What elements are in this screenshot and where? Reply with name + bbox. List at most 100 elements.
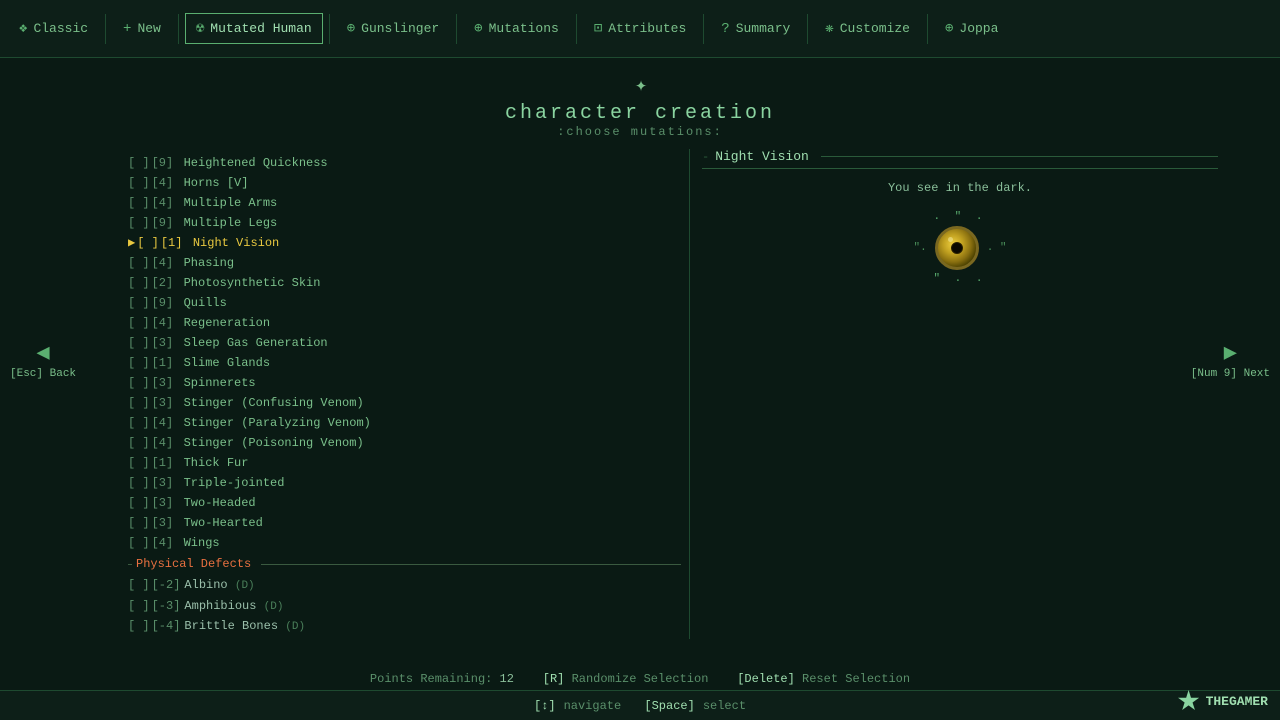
- nav-joppa-label: Joppa: [959, 21, 998, 36]
- mutation-row-stinger-poisoning[interactable]: [ ] [4] Stinger (Poisoning Venom): [120, 433, 689, 453]
- nav-attributes-label: Attributes: [608, 21, 686, 36]
- nav-bar: ❖ Classic + New ☢ Mutated Human ⊕ Gunsli…: [0, 0, 1280, 58]
- page-subtitle: :choose mutations:: [0, 125, 1280, 139]
- mutation-name: Wings: [184, 534, 681, 552]
- left-nav[interactable]: ◀ [Esc] Back: [10, 340, 76, 380]
- eye-bottom-dots: " . .: [933, 273, 986, 285]
- mutation-row-wings[interactable]: [ ] [4] Wings: [120, 533, 689, 553]
- nav-sep-7: [807, 14, 808, 44]
- status-bar: Points Remaining: 12 [R] Randomize Selec…: [0, 668, 1280, 690]
- mutation-row-triple-jointed[interactable]: [ ] [3] Triple-jointed: [120, 473, 689, 493]
- defects-section-header: Physical Defects: [120, 553, 689, 575]
- left-arrow-icon: ◀: [10, 340, 76, 366]
- detail-title-bar: - Night Vision: [702, 149, 1218, 169]
- mutation-row-spinnerets[interactable]: [ ] [3] Spinnerets: [120, 373, 689, 393]
- page-title: character creation: [0, 102, 1280, 125]
- selected-arrow: ▶: [128, 234, 135, 252]
- nav-joppa[interactable]: ⊕ Joppa: [934, 13, 1009, 44]
- mutation-row-slime-glands[interactable]: [ ] [1] Slime Glands: [120, 353, 689, 373]
- mutation-name: Carnivorous (D): [184, 638, 681, 640]
- thegamer-icon: [1178, 690, 1200, 712]
- detail-description: You see in the dark.: [702, 177, 1218, 199]
- nav-gunslinger-label: Gunslinger: [361, 21, 439, 36]
- attributes-icon: ⊡: [594, 20, 602, 37]
- nav-sep-3: [329, 14, 330, 44]
- nav-attributes[interactable]: ⊡ Attributes: [583, 13, 697, 44]
- mutation-name: Stinger (Confusing Venom): [184, 394, 681, 412]
- nav-sep-1: [105, 14, 106, 44]
- mutation-row-horns[interactable]: [ ] [4] Horns [V]: [120, 173, 689, 193]
- points-remaining-label: Points Remaining:: [370, 672, 492, 686]
- select-key: [Space]: [644, 699, 694, 713]
- defect-row-carnivorous[interactable]: [ ] [-2] Carnivorous (D): [120, 637, 689, 640]
- mutation-row-multiple-legs[interactable]: [ ] [9] Multiple Legs: [120, 213, 689, 233]
- mutation-name: Two-Headed: [184, 494, 681, 512]
- gunslinger-icon: ⊕: [347, 20, 355, 37]
- mutation-row-quills[interactable]: [ ] [9] Quills: [120, 293, 689, 313]
- left-nav-label: [Esc] Back: [10, 368, 76, 380]
- detail-title: Night Vision: [709, 149, 815, 164]
- help-bar: [↕] navigate [Space] select: [0, 690, 1280, 720]
- mutation-name: Phasing: [184, 254, 681, 272]
- nav-customize-label: Customize: [840, 21, 910, 36]
- randomize-key: [R]: [543, 672, 565, 686]
- nav-classic[interactable]: ❖ Classic: [8, 13, 99, 44]
- mutation-row-regeneration[interactable]: [ ] [4] Regeneration: [120, 313, 689, 333]
- eye-left-dots: ".: [913, 242, 926, 254]
- defect-row-amphibious[interactable]: [ ] [-3] Amphibious (D): [120, 596, 689, 617]
- mutation-row-heightened-quickness[interactable]: [ ] [9] Heightened Quickness: [120, 153, 689, 173]
- logo-icon: ✦: [0, 72, 1280, 98]
- delete-key: [Delete]: [737, 672, 795, 686]
- mutation-name: Amphibious (D): [184, 597, 681, 616]
- watermark: THEGAMER: [1178, 690, 1268, 712]
- nav-new-label: New: [137, 21, 160, 36]
- mutation-name: Sleep Gas Generation: [184, 334, 681, 352]
- mutation-row-photosynthetic-skin[interactable]: [ ] [2] Photosynthetic Skin: [120, 273, 689, 293]
- nav-mutated-human-label: Mutated Human: [210, 21, 311, 36]
- mutation-row-phasing[interactable]: [ ] [4] Phasing: [120, 253, 689, 273]
- points-value: 12: [500, 672, 514, 686]
- main-content: [ ] [9] Heightened Quickness [ ] [4] Hor…: [60, 149, 1230, 639]
- eye-right-dots: . ": [987, 242, 1007, 254]
- nav-mutated-human[interactable]: ☢ Mutated Human: [185, 13, 323, 44]
- mutation-name: Quills: [184, 294, 681, 312]
- eye-top-dots: . " .: [933, 211, 986, 223]
- mutation-row-night-vision[interactable]: ▶ [ ] [1] Night Vision: [120, 233, 689, 253]
- mutations-icon: ⊕: [474, 20, 482, 37]
- nav-new[interactable]: + New: [112, 14, 172, 44]
- mutation-name: Multiple Legs: [184, 214, 681, 232]
- night-vision-graphic: . " . ". . " " . .: [702, 211, 1218, 285]
- page-header: ✦ character creation :choose mutations:: [0, 58, 1280, 149]
- nav-mutations[interactable]: ⊕ Mutations: [463, 13, 570, 44]
- mutation-name: Photosynthetic Skin: [184, 274, 681, 292]
- mutation-row-two-headed[interactable]: [ ] [3] Two-Headed: [120, 493, 689, 513]
- nav-sep-5: [576, 14, 577, 44]
- nav-key: [↕]: [534, 699, 556, 713]
- eye-graphic: [935, 226, 979, 270]
- nav-summary[interactable]: ? Summary: [710, 14, 801, 44]
- mutation-row-thick-fur[interactable]: [ ] [1] Thick Fur: [120, 453, 689, 473]
- classic-icon: ❖: [19, 20, 27, 37]
- mutation-name: Albino (D): [184, 576, 681, 595]
- nav-mutations-label: Mutations: [489, 21, 559, 36]
- mutation-name: Slime Glands: [184, 354, 681, 372]
- mutation-name: Brittle Bones (D): [184, 617, 681, 636]
- mutation-name: Multiple Arms: [184, 194, 681, 212]
- mutations-panel[interactable]: [ ] [9] Heightened Quickness [ ] [4] Hor…: [120, 149, 690, 639]
- mutation-row-stinger-paralyzing[interactable]: [ ] [4] Stinger (Paralyzing Venom): [120, 413, 689, 433]
- defect-row-albino[interactable]: [ ] [-2] Albino (D): [120, 575, 689, 596]
- nav-sep-8: [927, 14, 928, 44]
- mutation-name: Spinnerets: [184, 374, 681, 392]
- defect-row-brittle-bones[interactable]: [ ] [-4] Brittle Bones (D): [120, 616, 689, 637]
- mutation-row-sleep-gas[interactable]: [ ] [3] Sleep Gas Generation: [120, 333, 689, 353]
- summary-icon: ?: [721, 21, 729, 37]
- mutation-row-multiple-arms[interactable]: [ ] [4] Multiple Arms: [120, 193, 689, 213]
- watermark-text: THEGAMER: [1206, 694, 1268, 709]
- customize-icon: ❋: [825, 20, 833, 37]
- mutation-row-two-hearted[interactable]: [ ] [3] Two-Hearted: [120, 513, 689, 533]
- nav-gunslinger[interactable]: ⊕ Gunslinger: [336, 13, 450, 44]
- new-icon: +: [123, 21, 131, 37]
- nav-customize[interactable]: ❋ Customize: [814, 13, 921, 44]
- mutation-row-stinger-confusing[interactable]: [ ] [3] Stinger (Confusing Venom): [120, 393, 689, 413]
- delete-label: Reset Selection: [802, 672, 910, 686]
